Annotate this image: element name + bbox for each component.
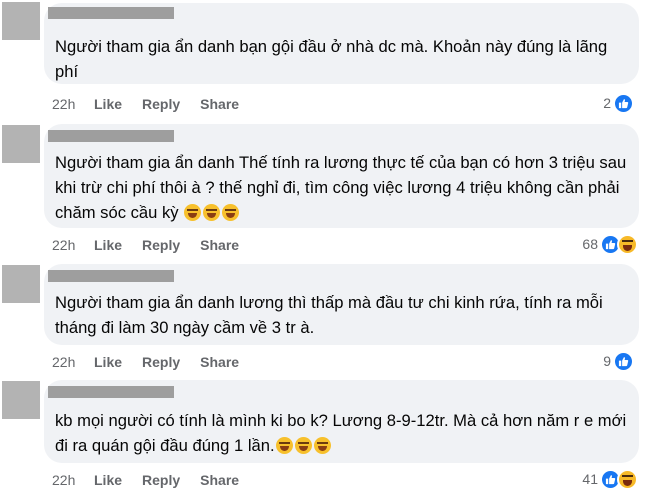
share-button[interactable]: Share xyxy=(200,472,239,488)
comment-text: kb mọi người có tính là mình ki bo k? Lư… xyxy=(55,408,627,458)
laughing-emoji-icon xyxy=(203,204,221,221)
reaction-count: 2 xyxy=(603,95,611,111)
comment-text: Người tham gia ẩn danh bạn gội đầu ở nhà… xyxy=(55,37,608,81)
laughing-emoji-icon xyxy=(275,437,293,454)
share-button[interactable]: Share xyxy=(200,237,239,253)
reply-button[interactable]: Reply xyxy=(142,354,180,370)
reply-button[interactable]: Reply xyxy=(142,472,180,488)
comment-timestamp[interactable]: 22h xyxy=(52,354,94,370)
laughing-emoji-icon xyxy=(294,437,312,454)
comment-actions: 22h Like Reply Share xyxy=(52,353,259,371)
avatar[interactable] xyxy=(2,265,40,303)
reply-button[interactable]: Reply xyxy=(142,96,180,112)
like-button[interactable]: Like xyxy=(94,237,122,253)
like-button[interactable]: Like xyxy=(94,354,122,370)
comment-text-content: kb mọi người có tính là mình ki bo k? Lư… xyxy=(55,411,627,455)
comment-bubble: Người tham gia ẩn danh Thế tính ra lương… xyxy=(44,124,639,228)
reaction-summary[interactable]: 68 xyxy=(582,233,638,255)
comment-timestamp[interactable]: 22h xyxy=(52,472,94,488)
reaction-count: 68 xyxy=(582,236,598,252)
comment-actions: 22h Like Reply Share xyxy=(52,236,259,254)
reaction-count: 9 xyxy=(603,353,611,369)
author-name-redacted[interactable] xyxy=(48,386,174,398)
reaction-summary[interactable]: 9 xyxy=(603,350,634,372)
laughing-emoji-icon xyxy=(222,204,240,221)
like-button[interactable]: Like xyxy=(94,472,122,488)
laughing-emoji-icon xyxy=(184,204,202,221)
author-name-redacted[interactable] xyxy=(48,270,174,282)
haha-icon xyxy=(617,468,638,490)
comment-text: Người tham gia ẩn danh lương thì thấp mà… xyxy=(55,293,603,337)
comment-timestamp[interactable]: 22h xyxy=(52,237,94,253)
like-icon xyxy=(613,92,634,114)
reaction-summary[interactable]: 2 xyxy=(603,92,634,114)
laughing-emoji-icon xyxy=(313,437,331,454)
comment-bubble: kb mọi người có tính là mình ki bo k? Lư… xyxy=(44,380,639,463)
author-name-redacted[interactable] xyxy=(48,7,174,19)
like-button[interactable]: Like xyxy=(94,96,122,112)
comment-timestamp[interactable]: 22h xyxy=(52,96,94,112)
comment-text-content: Người tham gia ẩn danh Thế tính ra lương… xyxy=(55,153,627,222)
reaction-summary[interactable]: 41 xyxy=(582,468,638,490)
avatar[interactable] xyxy=(2,2,40,40)
comment-actions: 22h Like Reply Share xyxy=(52,95,259,113)
avatar[interactable] xyxy=(2,125,40,163)
reply-button[interactable]: Reply xyxy=(142,237,180,253)
like-icon xyxy=(613,350,634,372)
comment-actions: 22h Like Reply Share xyxy=(52,471,259,489)
author-name-redacted[interactable] xyxy=(48,130,174,142)
avatar[interactable] xyxy=(2,381,40,419)
reaction-count: 41 xyxy=(582,471,598,487)
comment-text: Người tham gia ẩn danh Thế tính ra lương… xyxy=(55,150,627,225)
comment-bubble: Người tham gia ẩn danh lương thì thấp mà… xyxy=(44,264,639,345)
comment-bubble: Người tham gia ẩn danh bạn gội đầu ở nhà… xyxy=(44,3,639,84)
share-button[interactable]: Share xyxy=(200,96,239,112)
haha-icon xyxy=(617,233,638,255)
share-button[interactable]: Share xyxy=(200,354,239,370)
